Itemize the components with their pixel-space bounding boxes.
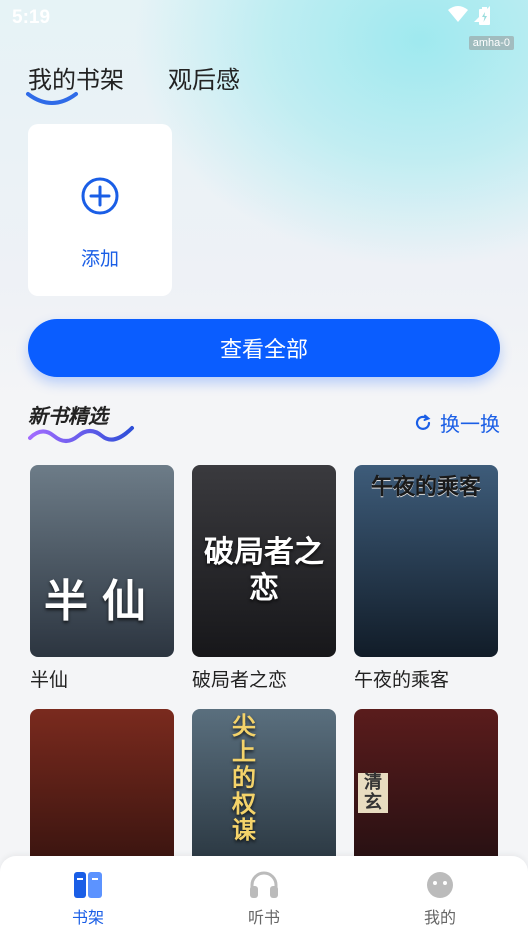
- status-bar: 5:19 amha-0: [0, 0, 528, 50]
- book-title: 半仙: [30, 669, 69, 691]
- bookshelf-icon: [74, 872, 102, 898]
- status-time: 5:19: [12, 7, 51, 28]
- book-card[interactable]: 半仙 半仙: [30, 465, 174, 692]
- device-tag: amha-0: [468, 36, 514, 50]
- nav-audiobooks[interactable]: 听书: [224, 870, 304, 928]
- cover-title-text: 半仙: [44, 576, 160, 627]
- cover-title-text: 清玄: [358, 773, 388, 813]
- cover-title-text: 尖上的权谋: [232, 712, 256, 844]
- active-tab-indicator: [26, 92, 78, 105]
- nav-profile[interactable]: 我的: [400, 870, 480, 928]
- book-card[interactable]: 午夜的乘客 午夜的乘客: [354, 465, 498, 692]
- profile-icon: [427, 872, 453, 898]
- add-label: 添加: [80, 248, 119, 270]
- tab-reviews[interactable]: 观后感: [168, 60, 240, 95]
- wifi-icon: [448, 6, 468, 22]
- battery-icon: [479, 7, 490, 25]
- refresh-label: 换一换: [440, 412, 500, 436]
- book-title: 破局者之恋: [192, 669, 288, 691]
- view-all-button[interactable]: 查看全部: [28, 319, 500, 377]
- cover-title-text: 午夜的乘客: [370, 475, 481, 500]
- refresh-icon: [415, 414, 431, 430]
- refresh-button[interactable]: 换一换: [414, 408, 500, 437]
- nav-label: 书架: [71, 908, 104, 927]
- add-book-card[interactable]: 添加: [28, 124, 172, 296]
- book-card[interactable]: 破局者之恋 破局者之恋: [192, 465, 336, 692]
- headphones-icon: [250, 871, 278, 898]
- nav-label: 听书: [247, 908, 280, 927]
- book-cover: 午夜的乘客: [354, 465, 498, 657]
- section-title-wave: [28, 426, 134, 443]
- nav-label: 我的: [423, 908, 456, 927]
- add-circle-icon: [81, 177, 119, 215]
- book-cover: 半仙: [30, 465, 174, 657]
- book-cover: 破局者之恋: [192, 465, 336, 657]
- bottom-nav: 书架 听书 我的: [0, 856, 528, 939]
- nav-bookshelf[interactable]: 书架: [48, 870, 128, 928]
- cover-title-text: 破局者之恋: [204, 535, 324, 606]
- book-title: 午夜的乘客: [354, 669, 450, 691]
